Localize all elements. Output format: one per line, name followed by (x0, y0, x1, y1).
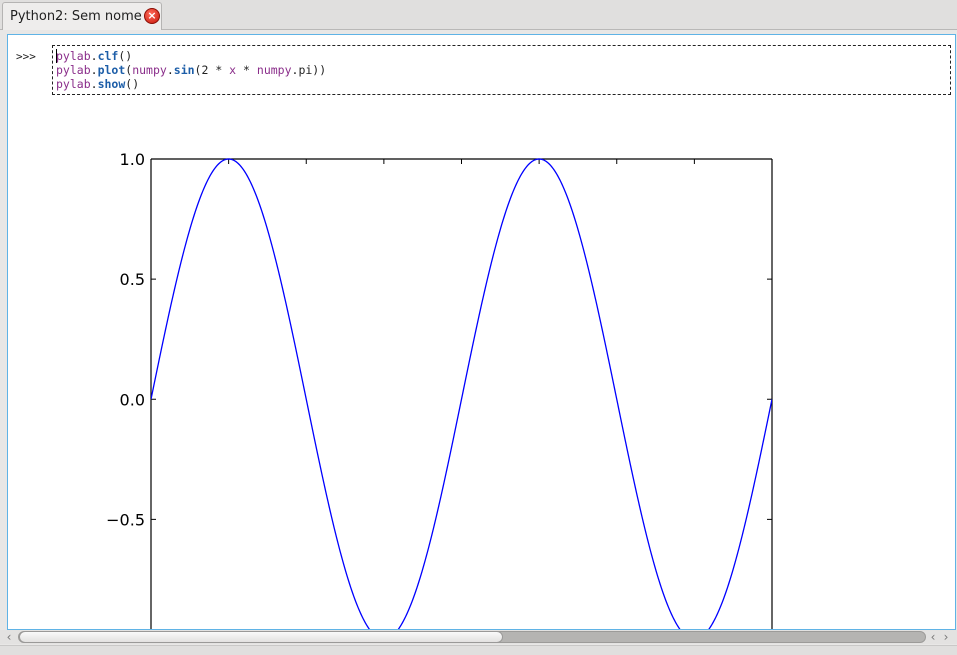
y-tick-label: 0.5 (120, 270, 145, 289)
tab-python2[interactable]: Python2: Sem nome × (2, 2, 162, 30)
y-tick-label: −0.5 (106, 510, 145, 529)
close-icon[interactable]: × (144, 8, 160, 24)
console-output[interactable]: >>> pylab.clf() pylab.plot(numpy.sin(2 *… (7, 34, 956, 630)
sine-plot: 1.0 0.5 0.0 −0.5 (106, 150, 773, 629)
chevron-right-icon[interactable]: › (940, 630, 952, 644)
tab-bar: Python2: Sem nome × (0, 0, 957, 30)
tab-label: Python2: Sem nome (10, 9, 142, 24)
horizontal-scrollbar[interactable]: ‹ ‹ › (0, 630, 957, 644)
sine-series-line (151, 158, 772, 629)
scroll-thumb[interactable] (19, 631, 503, 643)
chevron-left-icon[interactable]: ‹ (3, 630, 15, 644)
y-tick-label: 0.0 (120, 390, 145, 409)
status-bar (0, 645, 957, 655)
chevron-left-icon[interactable]: ‹ (927, 630, 939, 644)
y-tick-label: 1.0 (120, 150, 145, 169)
